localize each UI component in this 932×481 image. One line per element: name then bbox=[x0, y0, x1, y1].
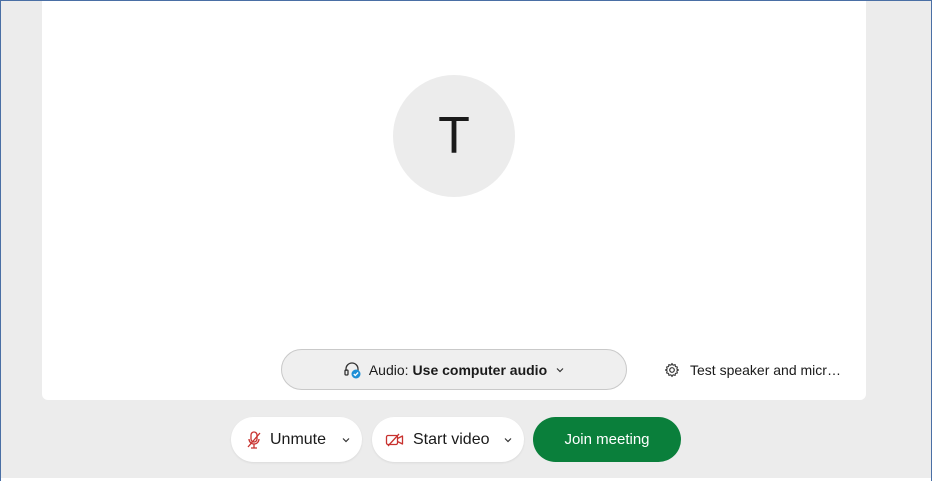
unmute-label: Unmute bbox=[270, 430, 327, 448]
headset-icon bbox=[343, 361, 363, 379]
avatar-initial: T bbox=[438, 107, 470, 165]
avatar: T bbox=[393, 75, 515, 197]
microphone-muted-icon bbox=[246, 430, 262, 450]
unmute-button[interactable]: Unmute bbox=[231, 417, 362, 462]
video-off-icon bbox=[385, 432, 405, 448]
chevron-down-icon bbox=[555, 366, 565, 374]
join-meeting-button[interactable]: Join meeting bbox=[533, 417, 681, 462]
audio-label: Audio: bbox=[368, 361, 409, 378]
chevron-down-icon[interactable] bbox=[341, 436, 351, 444]
start-video-label: Start video bbox=[413, 430, 490, 448]
join-meeting-label: Join meeting bbox=[564, 431, 650, 448]
start-video-button[interactable]: Start video bbox=[372, 417, 524, 462]
video-preview-card: T Audio: Use computer audio Test speaker… bbox=[42, 0, 866, 400]
audio-value: Use computer audio bbox=[412, 361, 548, 378]
chevron-down-icon[interactable] bbox=[503, 436, 513, 444]
gear-icon bbox=[664, 362, 680, 378]
test-speaker-label: Test speaker and micr… bbox=[690, 362, 841, 378]
test-speaker-microphone-button[interactable]: Test speaker and micr… bbox=[664, 360, 841, 380]
audio-selector-button[interactable]: Audio: Use computer audio bbox=[281, 349, 627, 390]
